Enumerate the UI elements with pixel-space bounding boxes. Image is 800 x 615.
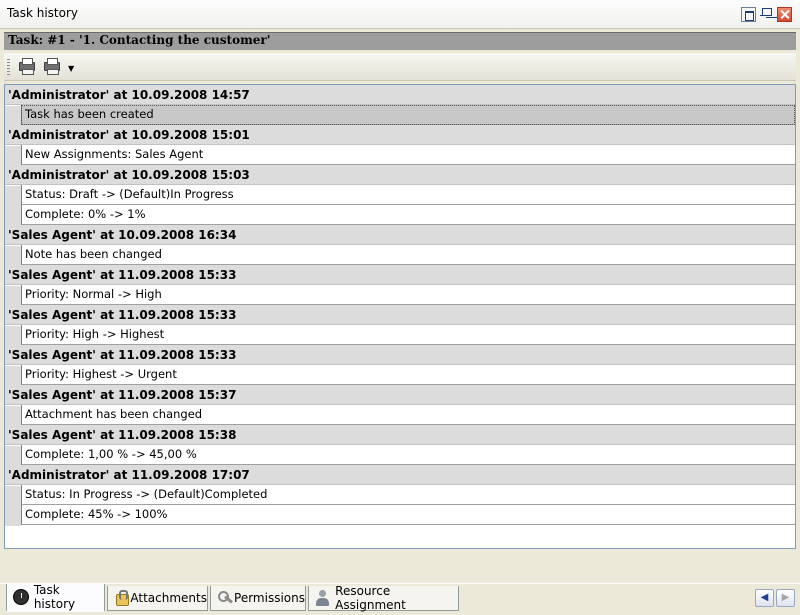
history-group-header[interactable]: 'Sales Agent' at 11.09.2008 15:33	[5, 345, 795, 365]
history-row[interactable]: Priority: Normal -> High	[21, 285, 795, 305]
history-group-header[interactable]: 'Administrator' at 10.09.2008 14:57	[5, 85, 795, 105]
history-row[interactable]: Priority: Highest -> Urgent	[21, 365, 795, 385]
history-group: 'Sales Agent' at 11.09.2008 15:33 Priorit…	[5, 345, 795, 386]
group-indent	[5, 366, 21, 386]
tab-label: Task history	[33, 583, 76, 611]
history-group: 'Sales Agent' at 11.09.2008 15:37 Attachm…	[5, 385, 795, 426]
history-group: 'Administrator' at 10.09.2008 15:03 Statu…	[5, 165, 795, 226]
history-group: 'Administrator' at 10.09.2008 15:01 New A…	[5, 125, 795, 166]
history-group-header[interactable]: 'Sales Agent' at 11.09.2008 15:33	[5, 305, 795, 325]
history-group: 'Administrator' at 11.09.2008 17:07 Statu…	[5, 465, 795, 526]
paperclip-icon	[114, 590, 130, 606]
tab-permissions[interactable]: Permissions	[210, 586, 306, 611]
print-preview-icon	[44, 58, 60, 75]
history-row[interactable]: Complete: 45% -> 100%	[21, 505, 795, 525]
print-preview-button[interactable]	[41, 57, 63, 77]
task-header-label: Task: #1 - '1. Contacting the customer'	[8, 33, 271, 47]
history-group-header[interactable]: 'Sales Agent' at 10.09.2008 16:34	[5, 225, 795, 245]
history-group-header[interactable]: 'Sales Agent' at 11.09.2008 15:37	[5, 385, 795, 405]
tab-label: Resource Assignment	[335, 584, 406, 612]
tab-resource-assignment[interactable]: Resource Assignment	[308, 584, 459, 612]
history-list[interactable]: 'Administrator' at 10.09.2008 14:57 Task …	[4, 84, 796, 549]
group-indent	[5, 446, 21, 466]
printer-icon	[19, 58, 35, 75]
group-indent	[5, 106, 21, 126]
history-row[interactable]: Status: Draft -> (Default)In Progress	[21, 185, 795, 205]
pin-icon[interactable]	[759, 7, 774, 22]
key-icon	[217, 590, 230, 606]
history-row[interactable]: Status: In Progress -> (Default)Complete…	[21, 485, 795, 505]
history-row[interactable]: Task has been created	[21, 105, 795, 125]
window-titlebar: Task history	[0, 0, 800, 29]
history-row[interactable]: Complete: 1,00 % -> 45,00 %	[21, 445, 795, 465]
history-group: 'Sales Agent' at 11.09.2008 15:38 Complet…	[5, 425, 795, 466]
group-indent	[5, 246, 21, 266]
toolbar-dropdown-icon[interactable]: ▼	[68, 64, 78, 74]
history-group-header[interactable]: 'Sales Agent' at 11.09.2008 15:33	[5, 265, 795, 285]
restore-icon[interactable]	[741, 7, 756, 22]
user-icon	[315, 590, 330, 606]
print-button[interactable]	[16, 57, 38, 77]
window-title: Task history	[7, 6, 78, 20]
tab-label: Permissions	[234, 591, 305, 605]
group-indent	[5, 186, 21, 226]
scroll-right-icon[interactable]: ▶	[776, 589, 795, 607]
group-indent	[5, 146, 21, 166]
clock-icon	[13, 589, 29, 605]
history-row[interactable]: Attachment has been changed	[21, 405, 795, 425]
history-group: 'Administrator' at 10.09.2008 14:57 Task …	[5, 85, 795, 126]
history-group-header[interactable]: 'Sales Agent' at 11.09.2008 15:38	[5, 425, 795, 445]
history-row[interactable]: Complete: 0% -> 1%	[21, 205, 795, 225]
history-row[interactable]: Priority: High -> Highest	[21, 325, 795, 345]
history-row[interactable]: Note has been changed	[21, 245, 795, 265]
tab-attachments[interactable]: Attachments	[107, 586, 208, 611]
group-indent	[5, 326, 21, 346]
close-icon[interactable]	[777, 7, 792, 22]
history-group-header[interactable]: 'Administrator' at 10.09.2008 15:01	[5, 125, 795, 145]
toolbar: ▼	[4, 53, 796, 81]
toolbar-grip[interactable]	[7, 59, 10, 76]
group-indent	[5, 406, 21, 426]
task-header: Task: #1 - '1. Contacting the customer'	[4, 32, 796, 50]
history-group-header[interactable]: 'Administrator' at 10.09.2008 15:03	[5, 165, 795, 185]
history-group: 'Sales Agent' at 11.09.2008 15:33 Priorit…	[5, 265, 795, 306]
group-indent	[5, 286, 21, 306]
history-group-header[interactable]: 'Administrator' at 11.09.2008 17:07	[5, 465, 795, 485]
tab-bar: Task history Attachments Permissions Res…	[0, 583, 800, 615]
tab-label: Attachments	[130, 591, 207, 605]
group-indent	[5, 486, 21, 526]
history-group: 'Sales Agent' at 11.09.2008 15:33 Priorit…	[5, 305, 795, 346]
history-row[interactable]: New Assignments: Sales Agent	[21, 145, 795, 165]
tab-task-history[interactable]: Task history	[6, 583, 105, 612]
scroll-left-icon[interactable]: ◀	[755, 589, 774, 607]
tab-scroll-buttons: ◀ ▶	[755, 589, 795, 607]
history-group: 'Sales Agent' at 10.09.2008 16:34 Note ha…	[5, 225, 795, 266]
